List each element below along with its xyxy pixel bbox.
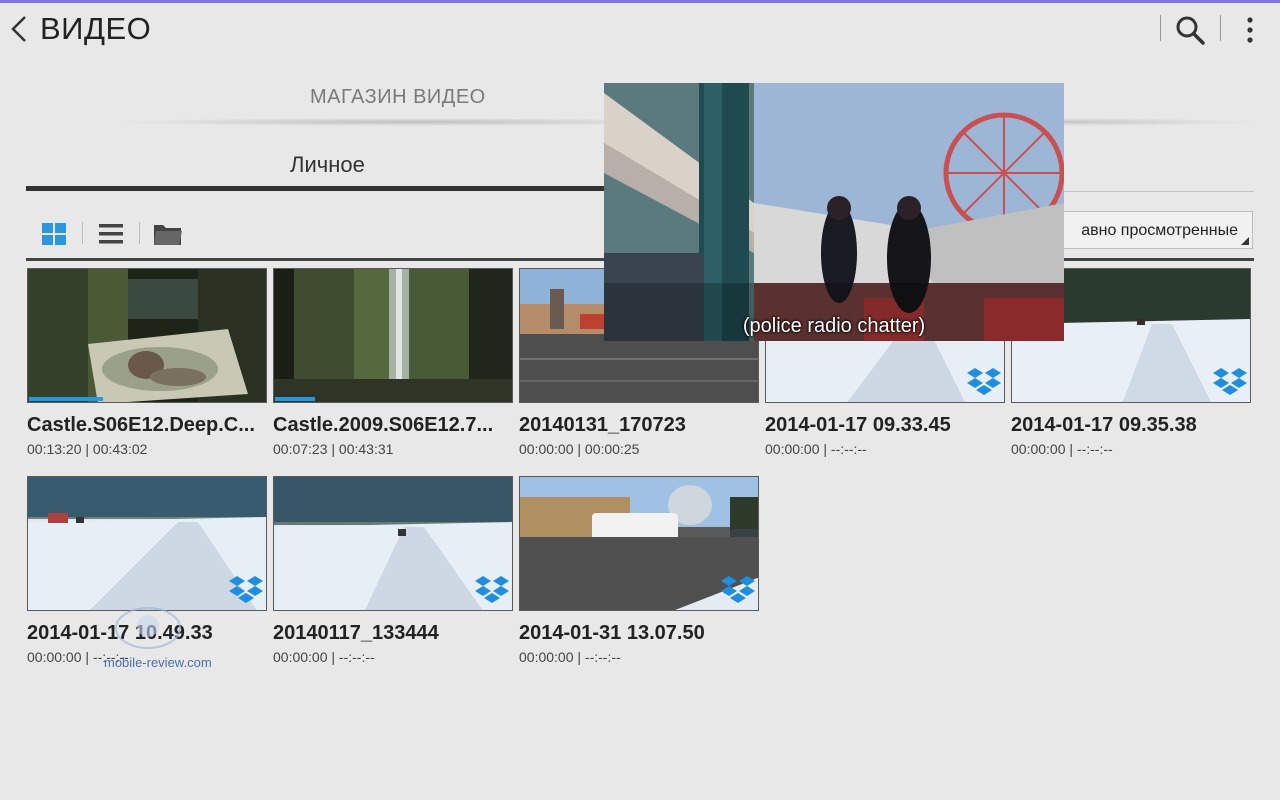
grid-view-icon[interactable] [40, 220, 68, 248]
watermark-text: mobile-review.com [104, 655, 212, 670]
video-thumbnail[interactable] [27, 268, 267, 403]
divider [1220, 15, 1221, 41]
playback-progress-bar [29, 397, 103, 401]
video-thumbnail[interactable] [273, 268, 513, 403]
back-chevron-icon[interactable] [8, 14, 32, 44]
app-bar: ВИДЕО [0, 3, 1280, 55]
video-duration: 00:07:23 | 00:43:31 [273, 441, 394, 457]
divider [82, 222, 83, 244]
video-thumbnail[interactable] [519, 476, 759, 611]
tab-indicator [26, 186, 606, 191]
video-preview-popup[interactable]: (police radio chatter) [604, 83, 1064, 341]
video-title: 20140117_133444 [273, 622, 439, 644]
sort-dropdown[interactable]: авно просмотренные [1050, 211, 1253, 249]
dropbox-icon [474, 574, 510, 608]
video-duration: 00:00:00 | 00:00:25 [519, 441, 640, 457]
video-title: Castle.S06E12.Deep.C... [27, 414, 255, 436]
playback-progress-bar [275, 397, 315, 401]
video-thumbnail[interactable] [273, 476, 513, 611]
dropbox-icon [966, 366, 1002, 400]
tab-divider [1060, 191, 1254, 192]
list-view-icon[interactable] [97, 220, 125, 248]
dropbox-icon [1212, 366, 1248, 400]
divider [1160, 15, 1161, 41]
dropbox-icon [228, 574, 264, 608]
page-title: ВИДЕО [40, 11, 152, 46]
tab-video-store[interactable]: МАГАЗИН ВИДЕО [310, 86, 486, 109]
video-title: 2014-01-17 09.33.45 [765, 414, 951, 436]
video-title: 2014-01-31 13.07.50 [519, 622, 705, 644]
video-duration: 00:13:20 | 00:43:02 [27, 441, 148, 457]
more-vertical-icon[interactable] [1238, 14, 1262, 46]
dropbox-icon [720, 574, 756, 608]
divider [139, 222, 140, 244]
dropdown-corner-icon [1241, 237, 1249, 245]
video-title: 20140131_170723 [519, 414, 686, 436]
video-duration: 00:00:00 | --:--:-- [273, 649, 375, 665]
video-thumbnail[interactable] [27, 476, 267, 611]
video-title: Castle.2009.S06E12.7... [273, 414, 494, 436]
folder-view-icon[interactable] [153, 220, 182, 248]
sort-label: авно просмотренные [1081, 222, 1238, 239]
tab-shadow [1060, 118, 1260, 126]
video-duration: 00:00:00 | --:--:-- [519, 649, 621, 665]
video-subtitle: (police radio chatter) [742, 315, 926, 337]
tab-personal[interactable]: Личное [290, 152, 365, 178]
video-duration: 00:00:00 | --:--:-- [765, 441, 867, 457]
video-duration: 00:00:00 | --:--:-- [1011, 441, 1113, 457]
video-title: 2014-01-17 09.35.38 [1011, 414, 1197, 436]
search-icon[interactable] [1174, 14, 1206, 46]
